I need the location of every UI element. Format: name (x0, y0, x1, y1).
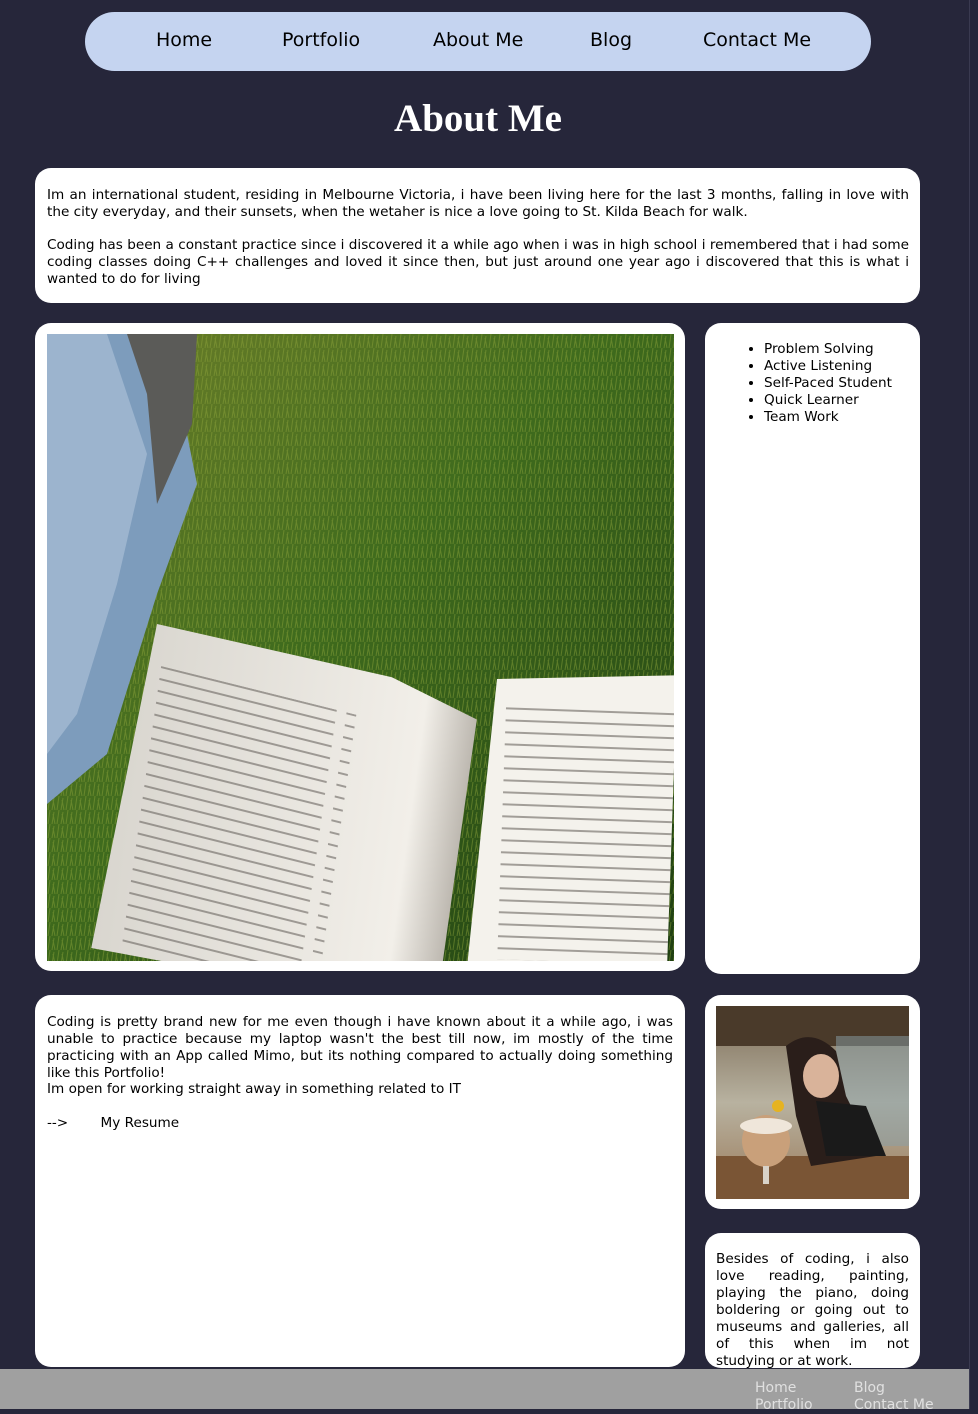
nav-portfolio-link[interactable]: Portfolio (282, 29, 360, 51)
skill-item: Team Work (764, 409, 892, 426)
nav-home-link[interactable]: Home (156, 29, 212, 51)
top-nav: Home Portfolio About Me Blog Contact Me (85, 12, 871, 71)
portrait-photo (716, 1006, 909, 1199)
footer-nav: Home Blog Portfolio Contact Me (0, 1369, 969, 1409)
intro-paragraph-1: Im an international student, residing in… (47, 187, 909, 220)
book-on-grass-photo (47, 334, 674, 961)
resume-row: --> My Resume (47, 1115, 673, 1132)
coding-card: Coding is pretty brand new for me even t… (35, 995, 685, 1367)
intro-card: Im an international student, residing in… (35, 168, 920, 303)
footer-home-link[interactable]: Home (755, 1380, 796, 1396)
skill-item: Problem Solving (764, 341, 892, 358)
scrollbar-track[interactable] (969, 0, 978, 1409)
resume-arrow: --> (47, 1115, 69, 1131)
footer-blog-link[interactable]: Blog (854, 1380, 885, 1396)
bottom-edge (0, 1409, 978, 1414)
hobbies-card: Besides of coding, i also love reading, … (705, 1233, 920, 1369)
footer-portfolio-link[interactable]: Portfolio (755, 1397, 813, 1409)
coding-paragraph-2: Im open for working straight away in som… (47, 1081, 461, 1097)
skill-item: Self-Paced Student (764, 375, 892, 392)
portrait-card (705, 995, 920, 1209)
page-title: About Me (394, 97, 562, 140)
nav-blog-link[interactable]: Blog (590, 29, 632, 51)
intro-paragraph-2: Coding has been a constant practice sinc… (47, 237, 909, 287)
resume-link[interactable]: My Resume (101, 1115, 180, 1131)
skill-item: Quick Learner (764, 392, 892, 409)
hobbies-text: Besides of coding, i also love reading, … (716, 1251, 909, 1369)
skill-item: Active Listening (764, 358, 892, 375)
coding-paragraph-1: Coding is pretty brand new for me even t… (47, 1014, 673, 1081)
footer-contact-link[interactable]: Contact Me (854, 1397, 934, 1409)
nav-about-link[interactable]: About Me (433, 29, 523, 51)
skills-card: Problem Solving Active Listening Self-Pa… (705, 323, 920, 974)
skills-list: Problem Solving Active Listening Self-Pa… (705, 341, 892, 426)
book-photo-card (35, 323, 685, 971)
nav-contact-link[interactable]: Contact Me (703, 29, 811, 51)
